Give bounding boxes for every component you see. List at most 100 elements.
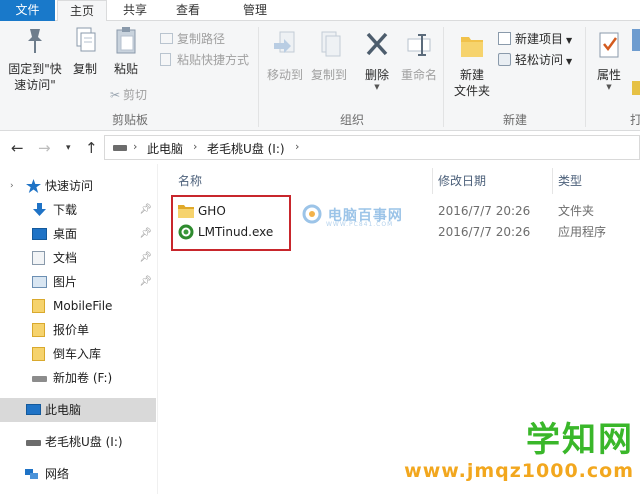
new-folder-button[interactable]: 新建 文件夹 (448, 29, 496, 99)
nav-pictures[interactable]: 图片 📌︎ (0, 270, 156, 294)
easy-access-icon (498, 53, 511, 66)
breadcrumb-usb-drive[interactable]: 老毛桃U盘 (I:) (207, 140, 285, 157)
nav-quote-folder[interactable]: 报价单 (0, 318, 156, 342)
clipboard-icon (116, 27, 136, 54)
new-item-icon (498, 32, 511, 45)
tab-manage[interactable]: 管理 (226, 0, 284, 21)
move-to-icon (274, 31, 295, 53)
file-list: 名称 修改日期 类型 GHO 2016/7/7 20:26 文件夹 LMTinu… (158, 164, 640, 494)
new-folder-label-line2: 文件夹 (453, 84, 490, 98)
delete-chevron-icon: ▼ (374, 83, 380, 91)
column-divider[interactable] (552, 168, 553, 194)
rename-icon (407, 34, 431, 56)
nav-usb-drive[interactable]: 老毛桃U盘 (I:) (0, 430, 156, 454)
usb-drive-icon (26, 440, 41, 446)
computer-icon (26, 404, 41, 415)
pin-to-quick-access-button[interactable]: 固定到"快 速访问" (4, 25, 66, 93)
rename-button[interactable]: 重命名 (398, 29, 440, 83)
nav-label: 下载 (53, 203, 78, 217)
nav-desktop[interactable]: 桌面 📌︎ (0, 222, 156, 246)
address-bar-row: ← → ▾ ↑ › 此电脑 › 老毛桃U盘 (I:) › (0, 132, 640, 164)
paste-button[interactable]: 粘贴 (106, 25, 146, 77)
nav-label: 报价单 (53, 323, 90, 337)
copy-button[interactable]: 复制 (68, 25, 102, 77)
pin-icon: 📌︎ (139, 204, 152, 215)
open-group-label: 打 (630, 113, 640, 127)
group-divider (443, 27, 444, 127)
properties-check-icon (599, 32, 619, 58)
clipboard-group-label: 剪贴板 (111, 113, 148, 127)
column-divider[interactable] (432, 168, 433, 194)
cut-button[interactable]: ✂ 剪切 (110, 87, 147, 103)
up-arrow-icon[interactable]: ↑ (85, 139, 98, 157)
nav-label: 网络 (45, 467, 70, 481)
paste-shortcut-label: 粘贴快捷方式 (177, 53, 250, 67)
paste-label: 粘贴 (113, 62, 138, 76)
breadcrumb-separator-icon: › (193, 140, 198, 153)
network-icon (25, 469, 38, 479)
pc841-logo-icon (302, 204, 322, 224)
forward-arrow-icon[interactable]: → (38, 139, 51, 157)
column-header-type[interactable]: 类型 (558, 172, 582, 189)
recent-locations-chevron-icon[interactable]: ▾ (66, 143, 71, 153)
copy-path-icon (160, 33, 173, 44)
nav-this-pc[interactable]: 此电脑 (0, 398, 156, 422)
tab-view[interactable]: 查看 (163, 0, 213, 21)
rename-label: 重命名 (400, 68, 437, 82)
easy-access-label: 轻松访问 (515, 53, 564, 67)
pc841-url: WWW.PC841.COM (326, 221, 394, 228)
ribbon-tab-bar: 文件 主页 共享 查看 管理 (0, 0, 640, 22)
copy-path-button[interactable]: 复制路径 (160, 31, 225, 47)
pc841-watermark: 电脑百事网 WWW.PC841.COM (302, 204, 403, 228)
copy-icon (76, 27, 96, 52)
address-bar[interactable]: › 此电脑 › 老毛桃U盘 (I:) › (104, 135, 640, 160)
move-to-button[interactable]: 移动到 (264, 29, 306, 83)
navigation-pane: › 快速访问 下载 📌︎ 桌面 📌︎ 文档 📌︎ 图片 📌︎ MobileFil… (0, 164, 158, 494)
pin-label-line1: 固定到"快 (8, 62, 62, 76)
nav-documents[interactable]: 文档 📌︎ (0, 246, 156, 270)
group-divider (585, 27, 586, 127)
delete-button[interactable]: 删除 ▼ (358, 29, 396, 91)
pin-icon: 📌︎ (139, 276, 152, 287)
group-divider (258, 27, 259, 127)
star-icon (26, 179, 41, 193)
easy-access-button[interactable]: 轻松访问 ▼ (498, 52, 572, 70)
scissors-icon: ✂ (110, 88, 121, 102)
paste-shortcut-icon (160, 53, 171, 66)
column-header-modified[interactable]: 修改日期 (438, 172, 486, 189)
copy-path-label: 复制路径 (177, 32, 226, 46)
new-group-label: 新建 (502, 113, 527, 127)
folder-icon (32, 323, 45, 337)
new-folder-label-line1: 新建 (459, 68, 484, 82)
file-type: 应用程序 (558, 225, 607, 239)
breadcrumb-separator-icon: › (295, 140, 300, 153)
delete-x-icon (366, 32, 388, 56)
easy-access-chevron-icon: ▼ (566, 57, 573, 66)
paste-shortcut-button[interactable]: 粘贴快捷方式 (160, 52, 249, 68)
copy-to-button[interactable]: 复制到 (308, 29, 350, 83)
back-arrow-icon[interactable]: ← (11, 139, 24, 157)
ribbon: 固定到"快 速访问" 复制 粘贴 复制路径 粘贴快捷方式 ✂ 剪切 剪贴板 移动… (0, 21, 640, 131)
nav-mobilefile[interactable]: MobileFile (0, 294, 156, 318)
column-header-name[interactable]: 名称 (178, 172, 202, 189)
tab-share[interactable]: 共享 (110, 0, 160, 21)
nav-network[interactable]: 网络 (0, 462, 156, 486)
tab-home[interactable]: 主页 (57, 0, 107, 22)
nav-label: 此电脑 (45, 403, 82, 417)
breadcrumb-this-pc[interactable]: 此电脑 (147, 140, 183, 157)
tab-file[interactable]: 文件 (0, 0, 55, 21)
site-watermark-title: 学知网 (526, 420, 634, 460)
edit-icon-partial (632, 81, 640, 95)
nav-label: MobileFile (53, 299, 113, 313)
cut-label: 剪切 (123, 88, 148, 102)
new-item-button[interactable]: 新建项目 ▼ (498, 31, 572, 49)
properties-button[interactable]: 属性 ▼ (592, 29, 626, 91)
file-type: 文件夹 (558, 204, 595, 218)
nav-new-volume[interactable]: 新加卷 (F:) (0, 366, 156, 390)
open-icon-partial (632, 29, 640, 51)
nav-downloads[interactable]: 下载 📌︎ (0, 198, 156, 222)
nav-parking-folder[interactable]: 倒车入库 (0, 342, 156, 366)
breadcrumb-separator-icon: › (133, 140, 138, 153)
nav-quick-access[interactable]: › 快速访问 (0, 174, 156, 198)
desktop-icon (32, 228, 47, 240)
